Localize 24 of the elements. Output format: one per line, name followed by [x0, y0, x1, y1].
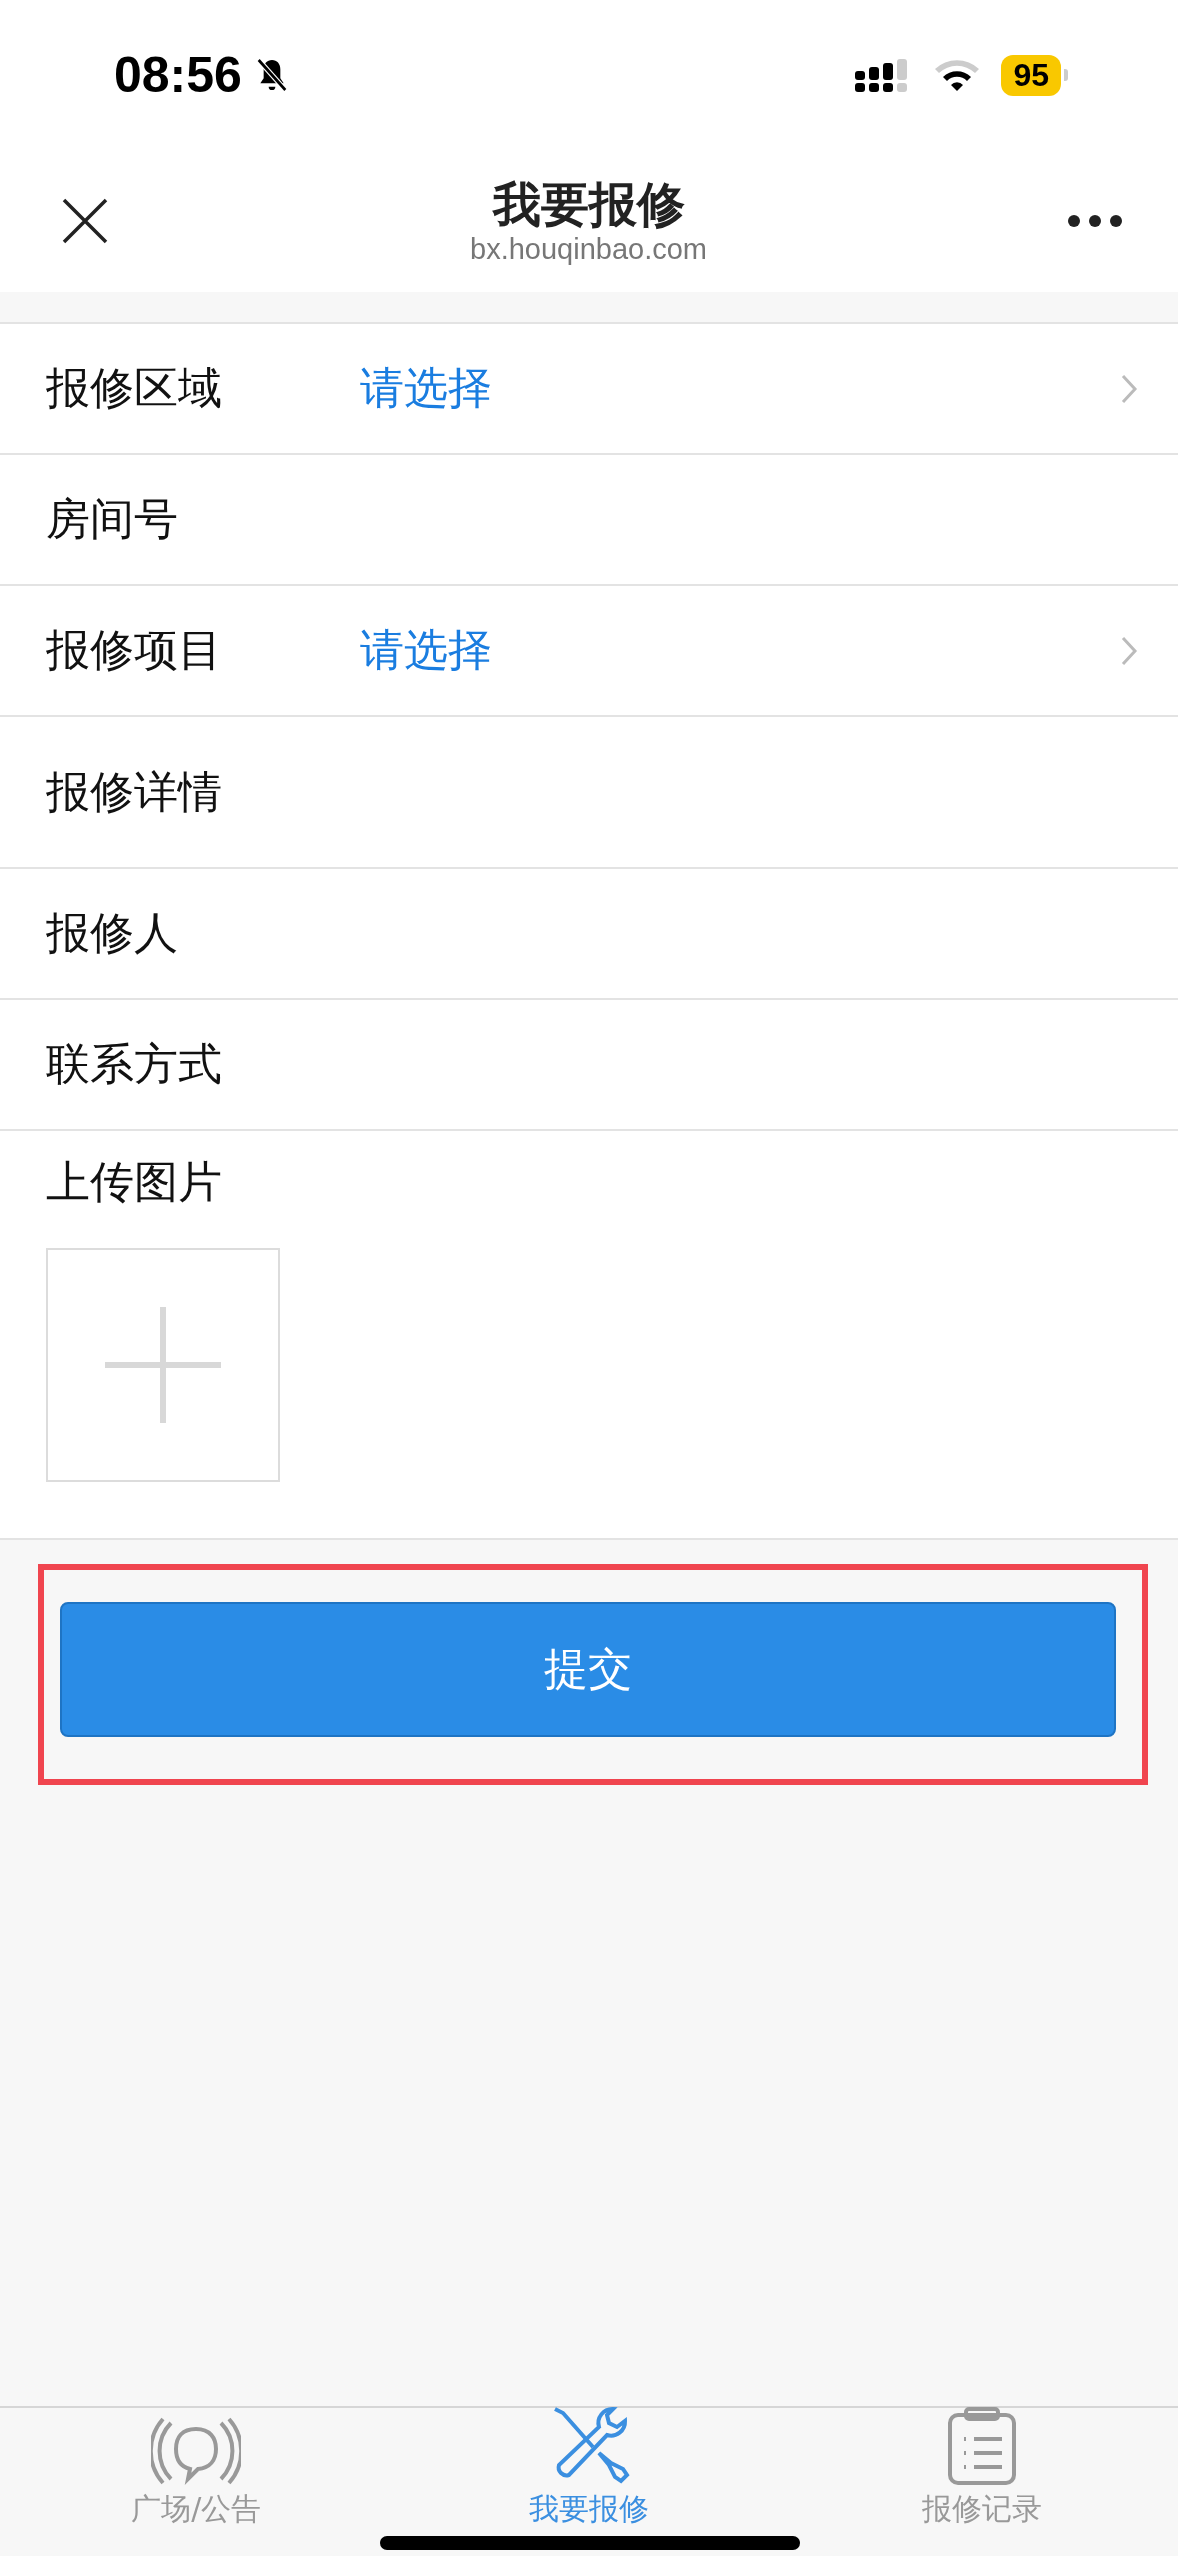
- clipboard-list-icon: [945, 2407, 1018, 2487]
- page-title: 我要报修: [492, 175, 685, 234]
- field-label: 上传图片: [46, 1155, 223, 1209]
- page-url: bx.houqinbao.com: [470, 233, 707, 267]
- field-label: 联系方式: [46, 1037, 223, 1091]
- field-label: 房间号: [46, 492, 179, 546]
- select-field[interactable]: 请选择: [360, 621, 1120, 680]
- chevron-right-icon: [1120, 372, 1138, 405]
- tab[interactable]: 我要报修: [439, 2403, 739, 2530]
- battery-level: 95: [1001, 54, 1061, 96]
- select-field[interactable]: 请选择: [360, 359, 1120, 418]
- submit-button[interactable]: 提交: [60, 1602, 1116, 1737]
- speech-waves-icon: [151, 2415, 242, 2487]
- field-label: 报修项目: [46, 623, 223, 677]
- close-icon[interactable]: [60, 196, 110, 246]
- field-label: 报修区域: [46, 361, 223, 415]
- chevron-right-icon: [1120, 634, 1138, 667]
- more-icon[interactable]: [1067, 214, 1123, 228]
- status-time: 08:56: [114, 46, 242, 104]
- tab[interactable]: 广场/公告: [46, 2415, 347, 2530]
- tab[interactable]: 报修记录: [831, 2407, 1132, 2530]
- plus-icon: [103, 1305, 223, 1425]
- field-label: 报修详情: [46, 764, 223, 819]
- field-label: 报修人: [46, 906, 179, 960]
